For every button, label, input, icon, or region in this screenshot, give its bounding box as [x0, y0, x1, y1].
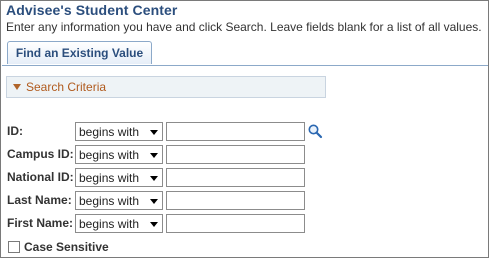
page-title: Advisee's Student Center: [6, 2, 178, 18]
tab-bar: Find an Existing Value: [2, 40, 488, 66]
page-frame: Advisee's Student Center Enter any infor…: [0, 0, 489, 258]
instructions-text: Enter any information you have and click…: [6, 20, 482, 34]
national-id-label: National ID:: [7, 170, 74, 184]
tab-find-existing-value[interactable]: Find an Existing Value: [7, 41, 152, 64]
chevron-down-icon: [150, 153, 158, 158]
first-name-operator-value: begins with: [79, 217, 140, 231]
chevron-down-icon: [150, 199, 158, 204]
id-label: ID:: [7, 124, 23, 138]
campus-id-operator-value: begins with: [79, 148, 140, 162]
last-name-operator-value: begins with: [79, 194, 140, 208]
chevron-down-icon: [150, 130, 158, 135]
last-name-operator-select[interactable]: begins with: [75, 191, 163, 210]
first-name-input[interactable]: [166, 214, 305, 233]
id-operator-select[interactable]: begins with: [75, 122, 163, 141]
id-operator-value: begins with: [79, 125, 140, 139]
national-id-operator-select[interactable]: begins with: [75, 168, 163, 187]
last-name-label: Last Name:: [7, 193, 72, 207]
search-icon[interactable]: [307, 123, 323, 139]
campus-id-label: Campus ID:: [7, 147, 74, 161]
chevron-down-icon: [150, 222, 158, 227]
chevron-down-icon: [150, 176, 158, 181]
section-label: Search Criteria: [26, 80, 107, 94]
last-name-input[interactable]: [166, 191, 305, 210]
id-input[interactable]: [166, 122, 305, 141]
case-sensitive-checkbox[interactable]: [8, 241, 20, 253]
national-id-operator-value: begins with: [79, 171, 140, 185]
national-id-input[interactable]: [166, 168, 305, 187]
first-name-operator-select[interactable]: begins with: [75, 214, 163, 233]
collapse-caret-icon: [13, 84, 21, 90]
campus-id-operator-select[interactable]: begins with: [75, 145, 163, 164]
search-criteria-header[interactable]: Search Criteria: [6, 76, 326, 98]
first-name-label: First Name:: [7, 216, 74, 230]
case-sensitive-label: Case Sensitive: [24, 240, 109, 254]
campus-id-input[interactable]: [166, 145, 305, 164]
